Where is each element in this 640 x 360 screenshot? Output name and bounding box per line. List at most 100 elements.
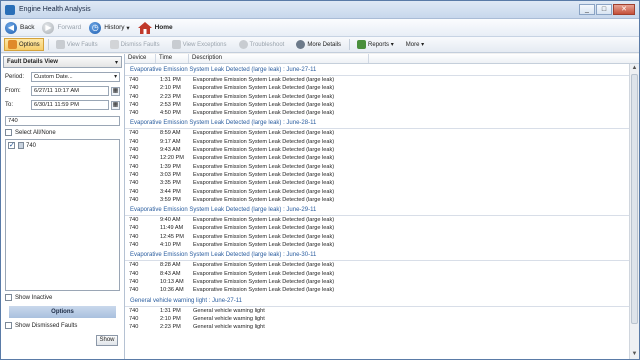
list-item[interactable]: 740 [8, 141, 117, 149]
clock-icon: ◷ [89, 21, 102, 34]
table-row[interactable]: 740 10:36 AM Evaporative Emission System L… [125, 286, 629, 294]
description-cell: Evaporative Emission System Leak Detecte… [193, 85, 335, 92]
description-cell: Evaporative Emission System Leak Detecte… [193, 233, 335, 240]
device-cell: 740 [129, 77, 139, 83]
table-row[interactable]: 740 3:35 PM Evaporative Emission System Le… [125, 179, 629, 187]
maximize-button[interactable]: □ [596, 4, 612, 15]
options-label: Options [19, 41, 40, 48]
minimize-button[interactable]: _ [579, 4, 595, 15]
device-icon [18, 142, 24, 149]
table-row[interactable]: 740 12:20 PM Evaporative Emission System L… [125, 154, 629, 162]
description-cell: Evaporative Emission System Leak Detecte… [193, 242, 335, 249]
column-header-device[interactable]: Device [125, 54, 156, 63]
calendar-icon[interactable]: ▦ [111, 86, 120, 96]
table-row[interactable]: 740 1:31 PM Evaporative Emission System Le… [125, 76, 629, 84]
separator [349, 39, 351, 50]
column-header-description[interactable]: Description [189, 54, 369, 63]
table-row[interactable]: 740 10:13 AM Evaporative Emission System L… [125, 278, 629, 286]
device-cell: 740 [129, 287, 139, 294]
device-cell: 740 [129, 262, 139, 269]
select-all-row[interactable]: Select All/None [1, 128, 124, 137]
time-cell: 12:20 PM [160, 155, 184, 162]
more-details-button[interactable]: More Details [292, 38, 345, 51]
group-header[interactable]: Evaporative Emission System Leak Detecte… [125, 250, 629, 262]
device-cell: 740 [129, 315, 139, 322]
show-inactive-checkbox[interactable] [5, 294, 12, 301]
select-all-checkbox[interactable] [5, 129, 12, 136]
time-cell: 10:13 AM [160, 278, 184, 285]
time-cell: 9:43 AM [160, 147, 181, 154]
group-header[interactable]: Evaporative Emission System Leak Detecte… [125, 65, 629, 76]
table-row[interactable]: 740 11:49 AM Evaporative Emission System L… [125, 224, 629, 232]
to-date-field[interactable]: 6/30/11 11:59 PM [31, 100, 109, 110]
description-cell: Evaporative Emission System Leak Detecte… [193, 110, 335, 117]
scroll-up-icon[interactable]: ▲ [630, 64, 639, 73]
device-label: 740 [26, 142, 37, 149]
table-row[interactable]: 740 8:28 AM Evaporative Emission System Le… [125, 261, 629, 269]
to-label: To: [5, 102, 14, 108]
table-row[interactable]: 740 8:43 AM Evaporative Emission System Le… [125, 270, 629, 278]
table-row[interactable]: 740 3:59 PM Evaporative Emission System Le… [125, 196, 629, 204]
reports-button[interactable]: Reports ▾ [353, 38, 398, 51]
table-row[interactable]: 740 1:39 PM Evaporative Emission System Le… [125, 163, 629, 171]
table-row[interactable]: 740 2:53 PM Evaporative Emission System Le… [125, 101, 629, 109]
device-checkbox[interactable] [8, 141, 15, 149]
forward-button[interactable]: ▶ Forward [42, 21, 81, 34]
more-button[interactable]: More ▾ [402, 39, 428, 50]
app-icon [5, 4, 15, 15]
table-row[interactable]: 740 9:17 AM Evaporative Emission System Le… [125, 138, 629, 146]
options-button[interactable]: Options [4, 38, 44, 51]
from-date-field[interactable]: 6/27/11 10:17 AM [31, 86, 109, 96]
device-cell: 740 [129, 233, 139, 240]
column-header-time[interactable]: Time [156, 54, 189, 63]
view-faults-button[interactable]: View Faults [52, 38, 102, 51]
home-button[interactable]: Home [137, 21, 173, 34]
group-header[interactable]: Evaporative Emission System Leak Detecte… [125, 118, 629, 130]
view-selector[interactable]: Fault Details View ▾ [3, 56, 122, 68]
calendar-icon[interactable]: ▦ [111, 100, 120, 110]
table-row[interactable]: 740 3:44 PM Evaporative Emission System Le… [125, 188, 629, 196]
table-row[interactable]: 740 2:23 PM General vehicle warning light [125, 323, 629, 331]
show-dismissed-checkbox[interactable] [5, 322, 12, 329]
vertical-scrollbar[interactable]: ▲ ▼ [629, 64, 639, 359]
period-select[interactable]: Custom Date... ▾ [31, 72, 120, 82]
table-row[interactable]: 740 9:40 AM Evaporative Emission System Le… [125, 216, 629, 224]
table-row[interactable]: 740 9:43 AM Evaporative Emission System Le… [125, 146, 629, 154]
group-header[interactable]: Evaporative Emission System Leak Detecte… [125, 205, 629, 217]
scroll-thumb[interactable] [631, 74, 638, 324]
back-button[interactable]: ◀ Back [5, 21, 34, 34]
dismiss-faults-button[interactable]: Dismiss Faults [106, 38, 164, 51]
table-row[interactable]: 740 4:50 PM Evaporative Emission System Le… [125, 109, 629, 117]
view-exceptions-button[interactable]: View Exceptions [168, 38, 231, 51]
device-filter-input[interactable]: 740 [5, 116, 120, 126]
chevron-down-icon: ▾ [114, 74, 117, 80]
scroll-down-icon[interactable]: ▼ [630, 350, 639, 359]
show-button[interactable]: Show [96, 335, 118, 346]
table-row[interactable]: 740 12:45 PM Evaporative Emission System L… [125, 233, 629, 241]
time-cell: 8:59 AM [160, 130, 181, 137]
show-inactive-row[interactable]: Show Inactive [1, 293, 124, 302]
magnifier-icon [296, 40, 306, 49]
period-value: Custom Date... [34, 74, 73, 80]
table-row[interactable]: 740 2:10 PM General vehicle warning light [125, 315, 629, 323]
table-row[interactable]: 740 4:10 PM Evaporative Emission System Le… [125, 241, 629, 249]
history-button[interactable]: ◷ History ▾ [89, 21, 130, 34]
table-row[interactable]: 740 2:10 PM Evaporative Emission System Le… [125, 84, 629, 92]
show-dismissed-label: Show Dismissed Faults [15, 322, 78, 329]
forward-arrow-icon: ▶ [42, 21, 55, 34]
description-cell: Evaporative Emission System Leak Detecte… [193, 278, 335, 285]
table-row[interactable]: 740 3:03 PM Evaporative Emission System Le… [125, 171, 629, 179]
table-row[interactable]: 740 1:31 PM General vehicle warning light [125, 307, 629, 315]
device-cell: 740 [129, 171, 139, 178]
troubleshoot-button[interactable]: Troubleshoot [235, 38, 289, 51]
close-button[interactable]: ✕ [613, 4, 635, 15]
description-cell: Evaporative Emission System Leak Detecte… [193, 270, 335, 277]
table-row[interactable]: 740 8:59 AM Evaporative Emission System Le… [125, 129, 629, 137]
table-row[interactable]: 740 2:23 PM Evaporative Emission System Le… [125, 93, 629, 101]
device-cell: 740 [129, 130, 139, 137]
show-dismissed-row[interactable]: Show Dismissed Faults [1, 321, 124, 330]
group-header[interactable]: General vehicle warning light : June-27-… [125, 296, 629, 307]
reports-icon [357, 40, 367, 49]
time-cell: 1:31 PM [160, 77, 181, 83]
from-row: From: 6/27/11 10:17 AM ▦ [1, 84, 124, 98]
